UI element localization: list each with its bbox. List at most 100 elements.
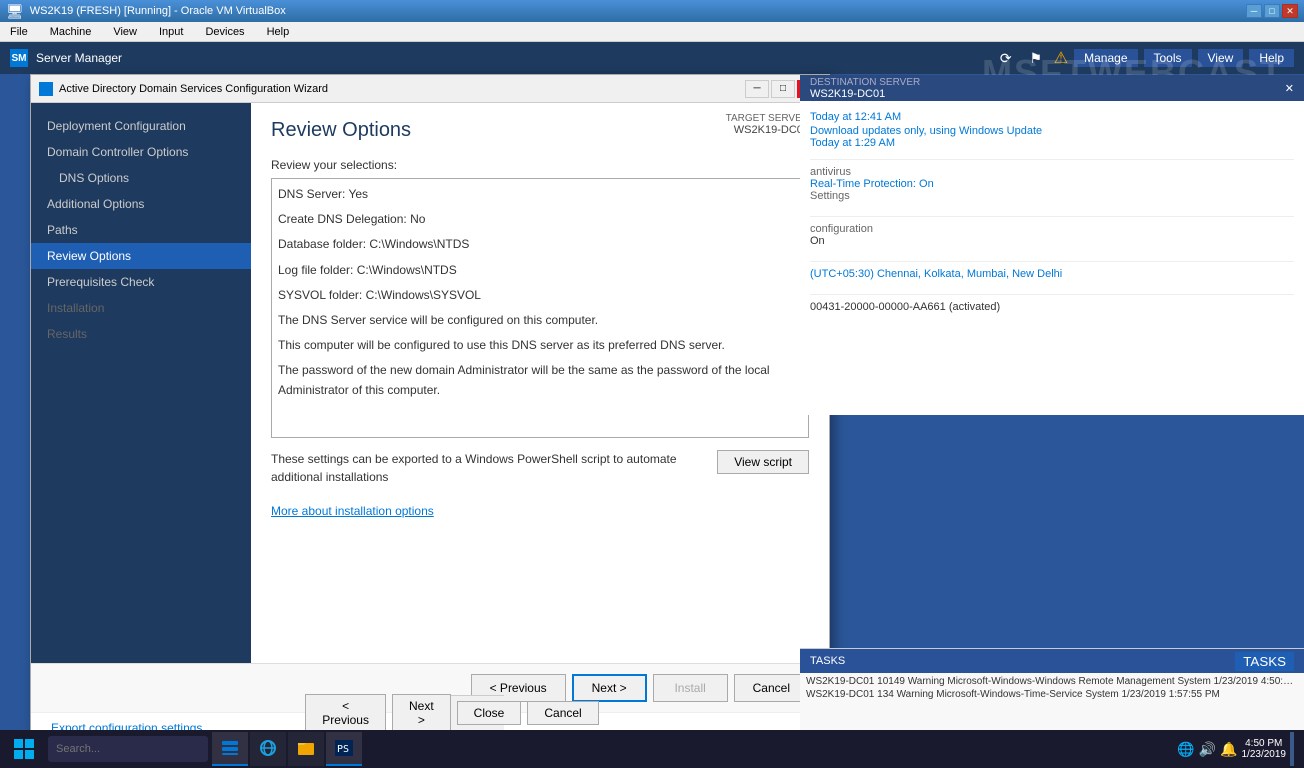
sm-notif-time-1: Today at 12:41 AM — [810, 111, 1294, 123]
sm-notif-time-2: Today at 1:29 AM — [810, 137, 1294, 149]
sm-activation-section: 00431-20000-00000-AA661 (activated) — [810, 294, 1294, 319]
taskbar-tray: 🌐 🔊 🔔 4:50 PM 1/23/2019 — [1177, 732, 1300, 766]
sm-antivirus-value[interactable]: Real-Time Protection: On — [810, 178, 1294, 190]
target-server-name: WS2K19-DC01 — [726, 124, 809, 136]
taskbar-apps: PS — [212, 732, 1173, 766]
review-line-dns: DNS Server: Yes — [278, 185, 802, 204]
sm-log-entry-2: WS2K19-DC01 134 Warning Microsoft-Window… — [806, 688, 1298, 701]
sm-tools-btn[interactable]: Tools — [1144, 49, 1192, 67]
sm-timezone-section: (UTC+05:30) Chennai, Kolkata, Mumbai, Ne… — [810, 261, 1294, 286]
nav-prerequisites-check[interactable]: Prerequisites Check — [31, 269, 251, 295]
review-line-dns-delegation: Create DNS Delegation: No — [278, 210, 802, 229]
window-title: WS2K19 (FRESH) [Running] - Oracle VM Vir… — [30, 5, 286, 17]
maximize-button[interactable]: □ — [1264, 4, 1280, 18]
more-about-link[interactable]: More about installation options — [271, 504, 434, 518]
sm-previous-button[interactable]: < Previous — [305, 694, 386, 732]
nav-results: Results — [31, 321, 251, 347]
server-manager-icon — [220, 738, 240, 758]
view-script-button[interactable]: View script — [717, 450, 809, 474]
wizard-body: Deployment Configuration Domain Controll… — [31, 103, 829, 663]
sm-manage-btn[interactable]: Manage — [1074, 49, 1137, 67]
sm-notification-panel: DESTINATION SERVER WS2K19-DC01 ✕ Today a… — [800, 75, 1304, 415]
sm-refresh-btn[interactable]: ⟳ — [994, 46, 1018, 70]
svg-text:PS: PS — [337, 744, 349, 755]
menu-input[interactable]: Input — [153, 25, 189, 39]
wizard-titlebar: Active Directory Domain Services Configu… — [31, 75, 829, 103]
wizard-title: Active Directory Domain Services Configu… — [59, 83, 328, 95]
sm-notif-desc-1[interactable]: Download updates only, using Windows Upd… — [810, 125, 1294, 137]
sm-config-value: On — [810, 235, 1294, 247]
menu-machine[interactable]: Machine — [44, 25, 98, 39]
sm-next-button[interactable]: Next > — [392, 694, 451, 732]
nav-paths[interactable]: Paths — [31, 217, 251, 243]
taskbar-app-powershell[interactable]: PS — [326, 732, 362, 766]
sm-destination-label: DESTINATION SERVER — [810, 77, 920, 88]
titlebar-left: 🖥 WS2K19 (FRESH) [Running] - Oracle VM V… — [6, 3, 286, 20]
taskbar: PS 🌐 🔊 🔔 4:50 PM 1/23/2019 — [0, 730, 1304, 768]
taskbar-app-servermanager[interactable] — [212, 732, 248, 766]
cancel-button[interactable]: Cancel — [734, 674, 809, 702]
minimize-button[interactable]: ─ — [1246, 4, 1262, 18]
review-content-box[interactable]: DNS Server: Yes Create DNS Delegation: N… — [271, 178, 809, 438]
review-line-dns-service: The DNS Server service will be configure… — [278, 311, 802, 330]
nav-review-options[interactable]: Review Options — [31, 243, 251, 269]
install-button[interactable]: Install — [653, 674, 728, 702]
export-info: These settings can be exported to a Wind… — [271, 450, 705, 486]
taskbar-clock: 4:50 PM — [1242, 738, 1287, 749]
warning-icon: ⚠ — [1054, 48, 1068, 68]
nav-domain-controller-options[interactable]: Domain Controller Options — [31, 139, 251, 165]
review-line-logfile: Log file folder: C:\Windows\NTDS — [278, 261, 802, 280]
taskbar-app-ie[interactable] — [250, 732, 286, 766]
second-dialog-footer: < Previous Next > Close Cancel — [400, 695, 504, 730]
target-server-label: TARGET SERVER — [726, 113, 809, 124]
sm-config-label: configuration — [810, 223, 1294, 235]
start-button[interactable] — [4, 732, 44, 766]
menu-view[interactable]: View — [107, 25, 143, 39]
sm-close-btn[interactable]: ✕ — [1285, 82, 1294, 95]
volume-icon: 🔊 — [1199, 741, 1216, 758]
explorer-icon — [296, 738, 316, 758]
menu-help[interactable]: Help — [261, 25, 296, 39]
sm-cancel-dialog-button[interactable]: Cancel — [527, 701, 598, 725]
adds-wizard-dialog: Active Directory Domain Services Configu… — [30, 74, 830, 744]
sm-dest-server-info: DESTINATION SERVER WS2K19-DC01 — [810, 77, 920, 100]
sm-antivirus-label: antivirus — [810, 166, 1294, 178]
ie-icon — [258, 738, 278, 758]
sm-help-btn[interactable]: Help — [1249, 49, 1294, 67]
nav-deployment-configuration[interactable]: Deployment Configuration — [31, 113, 251, 139]
sm-log-entry-1: WS2K19-DC01 10149 Warning Microsoft-Wind… — [806, 675, 1298, 688]
wizard-content: TARGET SERVER WS2K19-DC01 Review Options… — [251, 103, 829, 663]
window-titlebar: 🖥 WS2K19 (FRESH) [Running] - Oracle VM V… — [0, 0, 1304, 22]
review-line-database: Database folder: C:\Windows\NTDS — [278, 235, 802, 254]
sm-tasks-btn[interactable]: TASKS — [1235, 652, 1294, 671]
sm-activation-value: 00431-20000-00000-AA661 (activated) — [810, 301, 1294, 313]
menu-file[interactable]: File — [4, 25, 34, 39]
menu-devices[interactable]: Devices — [199, 25, 250, 39]
sm-flag-btn[interactable]: ⚑ — [1024, 46, 1048, 70]
sm-tasks-label: TASKS — [810, 655, 845, 667]
menu-bar: File Machine View Input Devices Help — [0, 22, 1304, 42]
sm-topbar-buttons: ⟳ ⚑ ⚠ Manage Tools View Help — [994, 46, 1294, 70]
taskbar-app-explorer[interactable] — [288, 732, 324, 766]
next-button[interactable]: Next > — [572, 674, 647, 702]
close-button[interactable]: ✕ — [1282, 4, 1298, 18]
powershell-icon: PS — [334, 738, 354, 758]
sm-notification-content: Today at 12:41 AM Download updates only,… — [800, 101, 1304, 321]
review-label: Review your selections: — [271, 158, 809, 172]
sm-close-dialog-button[interactable]: Close — [457, 701, 522, 725]
network-icon: 🌐 — [1177, 741, 1194, 758]
wizard-titlebar-left: Active Directory Domain Services Configu… — [39, 82, 328, 96]
sm-settings-label: Settings — [810, 190, 1294, 202]
sm-view-btn[interactable]: View — [1198, 49, 1244, 67]
nav-installation: Installation — [31, 295, 251, 321]
wizard-maximize-btn[interactable]: □ — [771, 80, 795, 98]
nav-dns-options[interactable]: DNS Options — [31, 165, 251, 191]
show-desktop-btn[interactable] — [1290, 732, 1294, 766]
wizard-minimize-btn[interactable]: ─ — [745, 80, 769, 98]
target-server-info: TARGET SERVER WS2K19-DC01 — [726, 113, 809, 136]
taskbar-search[interactable] — [48, 736, 208, 762]
wizard-icon — [39, 82, 53, 96]
review-line-preferred-dns: This computer will be configured to use … — [278, 336, 802, 355]
nav-additional-options[interactable]: Additional Options — [31, 191, 251, 217]
notification-icon[interactable]: 🔔 — [1220, 741, 1237, 758]
